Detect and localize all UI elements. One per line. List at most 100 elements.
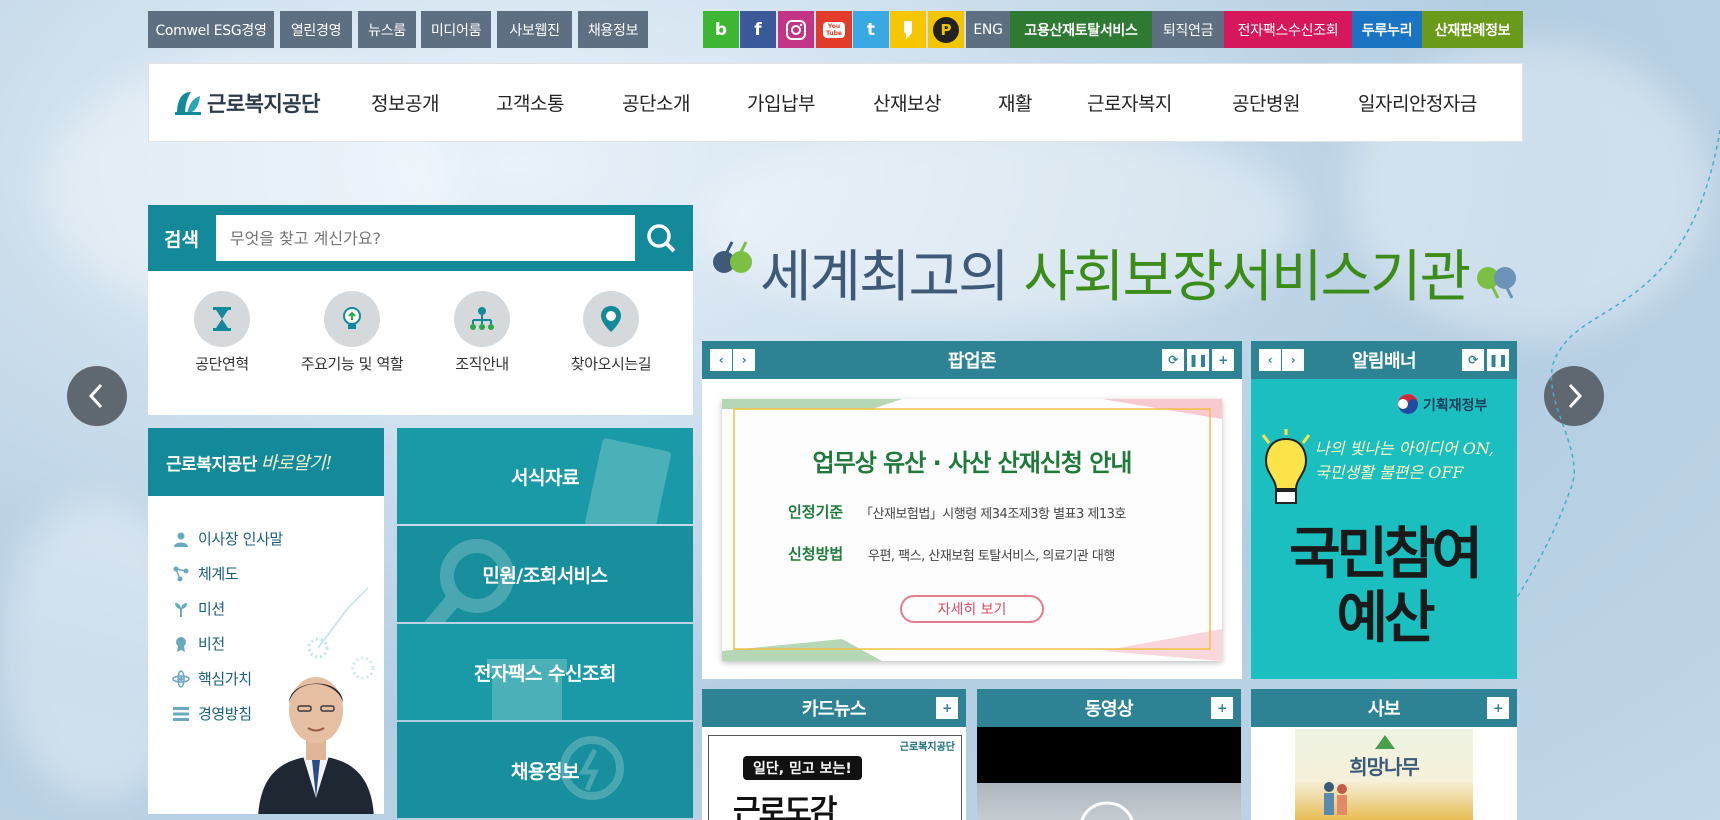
popup-next-button[interactable]: ›: [733, 349, 755, 371]
pause-icon[interactable]: ❚❚: [1487, 349, 1509, 371]
video-widget: 동영상 +: [977, 689, 1241, 820]
instagram-icon[interactable]: [778, 11, 814, 48]
tile-forms[interactable]: 서식자료: [397, 428, 693, 524]
naver-post-icon[interactable]: P: [928, 11, 964, 48]
alarm-tagline: 나의 빛나는 아이디어 ON, 국민생활 불편은 OFF: [1315, 439, 1494, 482]
popup-row1-text: 「산재보험법」시행령 제34조제3항 별표3 제13호: [860, 507, 1126, 522]
site-logo[interactable]: 근로복지공단: [173, 88, 320, 118]
tile-civil-service[interactable]: 민원/조회서비스: [397, 526, 693, 622]
popup-row1-label: 인정기준: [788, 503, 844, 521]
service-link-durunuri[interactable]: 두루누리: [1352, 11, 1422, 48]
blog-icon[interactable]: b: [703, 11, 739, 48]
svg-text:Tube: Tube: [826, 30, 842, 37]
about-item-greeting[interactable]: 이사장 인사말: [172, 528, 283, 549]
menu-rehab[interactable]: 재활: [998, 89, 1032, 116]
lightbulb-icon: [324, 291, 380, 347]
quick-link-roles[interactable]: 주요기능 및 역할: [287, 291, 417, 374]
card-news-title: 카드뉴스: [801, 699, 867, 720]
about-quick-panel: 근로복지공단 바로알기! 이사장 인사말 체계도 미션 비전 핵심가치 경영방침: [148, 428, 384, 814]
alarm-headline-1: 국민참여: [1288, 522, 1483, 587]
alarm-banner-participatory-budget[interactable]: 기획재정부 나의 빛나는 아이디어 ON, 국민생활 불편은 OFF 국민참여 …: [1251, 379, 1517, 679]
about-item-label: 체계도: [198, 565, 239, 583]
util-link-recruit[interactable]: 채용정보: [578, 11, 648, 48]
taegeuk-icon: [1398, 394, 1418, 414]
magazine-header: 사보 +: [1251, 689, 1517, 727]
quote-open-icon: [713, 241, 752, 273]
tile-label: 민원/조회서비스: [482, 564, 608, 587]
popup-detail-button[interactable]: 자세히 보기: [900, 595, 1044, 623]
tile-label: 채용정보: [511, 760, 579, 783]
tile-recruit[interactable]: 채용정보: [397, 722, 693, 818]
menu-about[interactable]: 공단소개: [622, 89, 690, 116]
video-header: 동영상 +: [977, 689, 1241, 727]
refresh-icon[interactable]: ⟳: [1462, 349, 1484, 371]
person-icon: [172, 530, 190, 548]
alarm-banner-header: ‹ › 알림배너 ⟳ ❚❚: [1251, 341, 1517, 379]
card-news-brand: 근로복지공단: [899, 742, 955, 753]
about-item-management-policy[interactable]: 경영방침: [172, 703, 252, 724]
service-link-efax[interactable]: 전자팩스수신조회: [1224, 11, 1352, 48]
menu-customer[interactable]: 고객소통: [496, 89, 564, 116]
plus-icon[interactable]: +: [936, 697, 958, 719]
util-link-mediaroom[interactable]: 미디어룸: [421, 11, 491, 48]
util-link-esg[interactable]: Comwel ESG경영: [148, 11, 274, 48]
util-link-newsroom[interactable]: 뉴스룸: [358, 11, 416, 48]
popup-banner-industrial-accident[interactable]: 업무상 유산 · 사산 산재신청 안내 인정기준 「산재보험법」시행령 제34조…: [722, 399, 1222, 661]
magazine-cover[interactable]: 희망나무: [1295, 729, 1473, 820]
menu-job-fund[interactable]: 일자리안정자금: [1358, 89, 1477, 116]
search-button[interactable]: [639, 215, 683, 261]
about-item-mission[interactable]: 미션: [172, 598, 225, 619]
quick-link-organization[interactable]: 조직안내: [417, 291, 547, 374]
quick-link-directions[interactable]: 찾아오시는길: [546, 291, 676, 374]
card-news-header: 카드뉴스 +: [702, 689, 966, 727]
kakao-story-icon[interactable]: [890, 11, 926, 48]
tile-label: 전자팩스 수신조회: [474, 662, 616, 685]
menu-subscription[interactable]: 가입납부: [747, 89, 815, 116]
util-link-open-management[interactable]: 열린경영: [280, 11, 352, 48]
atom-icon: [172, 669, 190, 688]
menu-compensation[interactable]: 산재보상: [873, 89, 941, 116]
popup-row2-label: 신청방법: [788, 545, 844, 563]
about-item-label: 이사장 인사말: [198, 530, 283, 548]
menu-welfare[interactable]: 근로자복지: [1087, 89, 1172, 116]
list-icon: [172, 705, 190, 723]
popup-zone-header: ‹ › 팝업존 ⟳ ❚❚ +: [702, 341, 1242, 379]
util-link-webzine[interactable]: 사보웹진: [497, 11, 572, 48]
plus-icon[interactable]: +: [1211, 697, 1233, 719]
alarm-next-button[interactable]: ›: [1282, 349, 1304, 371]
youtube-icon[interactable]: You Tube: [816, 11, 852, 48]
hierarchy-icon: [172, 565, 190, 583]
service-link-total[interactable]: 고용산재토탈서비스: [1010, 11, 1152, 48]
about-item-vision[interactable]: 비전: [172, 633, 225, 654]
alarm-prev-button[interactable]: ‹: [1259, 349, 1281, 371]
search-icon: [647, 224, 676, 253]
service-link-precedent[interactable]: 산재판례정보: [1422, 11, 1523, 48]
card-news-caption: 일단, 믿고 보는!: [743, 756, 862, 780]
menu-hospital[interactable]: 공단병원: [1232, 89, 1300, 116]
twitter-icon[interactable]: t: [853, 11, 889, 48]
lang-english-link[interactable]: ENG: [966, 11, 1010, 48]
quick-link-history[interactable]: 공단연혁: [157, 291, 287, 374]
pause-icon[interactable]: ❚❚: [1187, 349, 1209, 371]
sprout-icon: [172, 600, 190, 618]
card-news-thumbnail[interactable]: 근로복지공단 일단, 믿고 보는! 근로도감: [708, 735, 962, 820]
search-input[interactable]: [215, 215, 636, 261]
plus-icon[interactable]: +: [1487, 697, 1509, 719]
menu-info-disclosure[interactable]: 정보공개: [371, 89, 439, 116]
refresh-icon[interactable]: ⟳: [1162, 349, 1184, 371]
plus-icon[interactable]: +: [1212, 349, 1234, 371]
about-item-core-values[interactable]: 핵심가치: [172, 668, 252, 689]
prev-slide-button[interactable]: [67, 366, 127, 426]
popup-row2-text: 우편, 팩스, 산재보험 토탈서비스, 의료기관 대행: [868, 549, 1115, 564]
facebook-icon[interactable]: f: [740, 11, 776, 48]
about-item-structure[interactable]: 체계도: [172, 563, 239, 584]
magazine-title: 사보: [1367, 699, 1401, 720]
magazine-widget: 사보 + 희망나무: [1251, 689, 1517, 820]
about-item-label: 경영방침: [198, 705, 252, 723]
video-thumbnail[interactable]: [977, 727, 1241, 820]
popup-banner-title: 업무상 유산 · 사산 산재신청 안내: [812, 449, 1133, 477]
magazine-figure: [1324, 782, 1347, 815]
popup-prev-button[interactable]: ‹: [710, 349, 732, 371]
tile-efax[interactable]: 전자팩스 수신조회: [397, 624, 693, 720]
service-link-pension[interactable]: 퇴직연금: [1152, 11, 1224, 48]
